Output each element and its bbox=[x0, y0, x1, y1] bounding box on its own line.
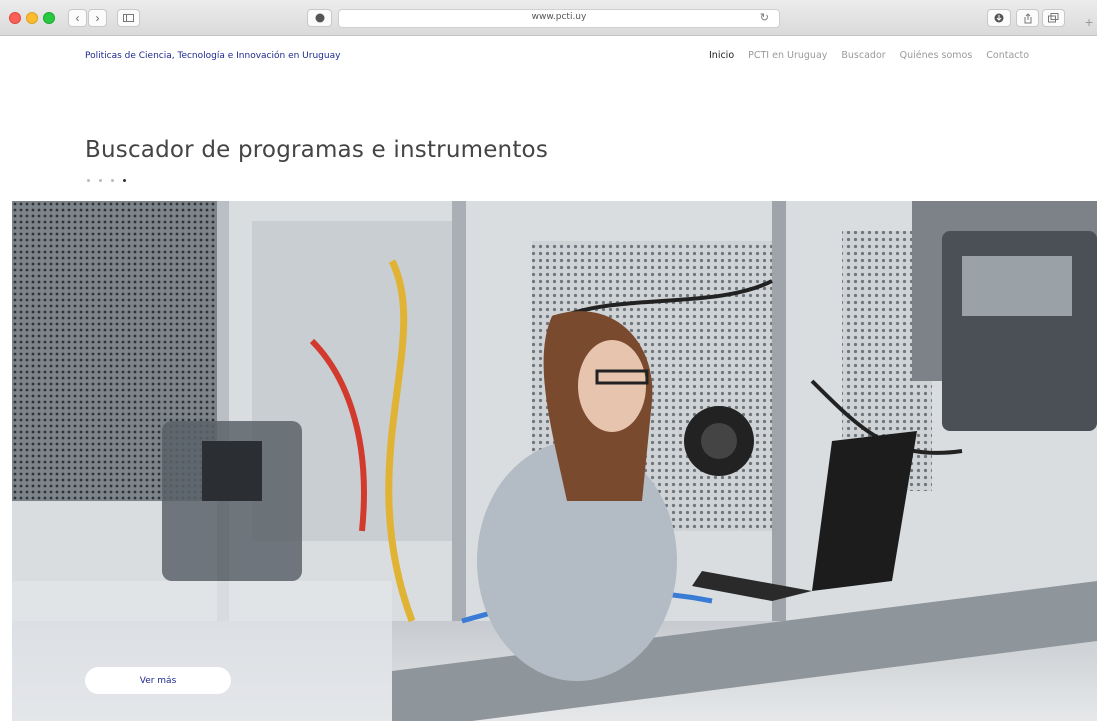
nav-item-buscador[interactable]: Buscador bbox=[841, 50, 885, 61]
browser-toolbar: ‹ › www.pcti.uy ↻ + bbox=[0, 0, 1097, 36]
hero-image: Ver más bbox=[12, 201, 1097, 721]
forward-button[interactable]: › bbox=[88, 9, 107, 27]
close-window-button[interactable] bbox=[9, 12, 21, 24]
chevron-left-icon: ‹ bbox=[75, 11, 80, 25]
reload-icon[interactable]: ↻ bbox=[760, 11, 769, 24]
sidebar-icon bbox=[123, 14, 134, 22]
slide-dot[interactable] bbox=[111, 179, 114, 182]
download-icon bbox=[994, 13, 1004, 23]
site-title[interactable]: Politicas de Ciencia, Tecnología e Innov… bbox=[85, 51, 340, 61]
privacy-button[interactable] bbox=[307, 9, 332, 27]
nav-item-quienes-somos[interactable]: Quiénes somos bbox=[900, 50, 973, 61]
chevron-right-icon: › bbox=[95, 11, 100, 25]
back-button[interactable]: ‹ bbox=[68, 9, 87, 27]
hero-heading: Buscador de programas e instrumentos bbox=[85, 137, 549, 163]
slide-dot[interactable] bbox=[87, 179, 90, 182]
tabs-icon bbox=[1048, 13, 1059, 23]
tabs-button[interactable] bbox=[1042, 9, 1065, 27]
nav-item-pcti[interactable]: PCTI en Uruguay bbox=[748, 50, 827, 61]
nav-item-contacto[interactable]: Contacto bbox=[986, 50, 1029, 61]
ver-mas-button[interactable]: Ver más bbox=[85, 667, 231, 694]
share-button[interactable] bbox=[1016, 9, 1039, 27]
minimize-window-button[interactable] bbox=[26, 12, 38, 24]
sidebar-button[interactable] bbox=[117, 9, 140, 27]
slide-indicator bbox=[87, 179, 126, 182]
nav-item-inicio[interactable]: Inicio bbox=[709, 50, 734, 61]
address-bar[interactable]: www.pcti.uy ↻ bbox=[338, 9, 780, 28]
slide-dot[interactable] bbox=[99, 179, 102, 182]
new-tab-icon[interactable]: + bbox=[1085, 14, 1093, 30]
slide-dot-active[interactable] bbox=[123, 179, 126, 182]
downloads-button[interactable] bbox=[987, 9, 1011, 27]
main-nav: Inicio PCTI en Uruguay Buscador Quiénes … bbox=[709, 50, 1029, 61]
zoom-window-button[interactable] bbox=[43, 12, 55, 24]
lab-scene-illustration bbox=[12, 201, 1097, 721]
shield-icon bbox=[315, 13, 324, 23]
share-icon bbox=[1024, 12, 1031, 23]
url-text: www.pcti.uy bbox=[531, 12, 587, 22]
